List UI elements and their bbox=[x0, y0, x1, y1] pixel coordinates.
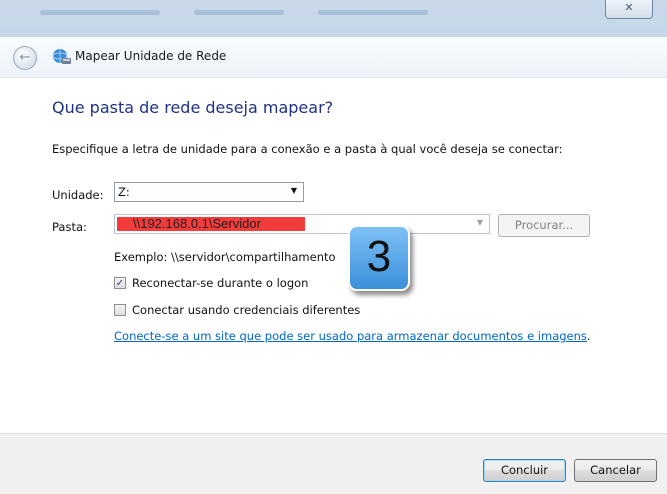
dialog-window: ✕ ← Mapear Unidade de Rede Que pasta de … bbox=[0, 0, 667, 494]
wizard-footer: Concluir Cancelar bbox=[0, 433, 667, 494]
sharepoint-link[interactable]: Conecte-se a um site que pode ser usado … bbox=[114, 329, 591, 343]
drive-label: Unidade: bbox=[52, 188, 104, 202]
page-heading: Que pasta de rede deseja mapear? bbox=[52, 98, 334, 117]
cancel-button[interactable]: Cancelar bbox=[574, 459, 657, 482]
window-title: Mapear Unidade de Rede bbox=[75, 49, 227, 63]
close-button[interactable]: ✕ bbox=[605, 0, 653, 19]
network-drive-icon bbox=[52, 49, 71, 64]
example-text: Exemplo: \\servidor\compartilhamento bbox=[114, 250, 336, 264]
drive-select[interactable]: Z: ▼ bbox=[114, 182, 304, 202]
instruction-text: Especifique a letra de unidade para a co… bbox=[52, 142, 563, 156]
dropdown-arrow-icon: ▼ bbox=[290, 186, 297, 195]
wizard-content: Que pasta de rede deseja mapear? Especif… bbox=[0, 78, 667, 433]
back-arrow-icon[interactable]: ← bbox=[13, 46, 37, 70]
dropdown-arrow-icon: ▼ bbox=[476, 218, 483, 227]
browse-button[interactable]: Procurar... bbox=[498, 214, 590, 237]
reconnect-checkbox[interactable]: ✓ bbox=[114, 277, 126, 289]
blurred-background-window-title bbox=[40, 5, 600, 19]
reconnect-label: Reconectar-se durante o logon bbox=[132, 276, 309, 290]
folder-path-highlight: \\192.168.0.1\Servidor bbox=[117, 217, 305, 231]
sharepoint-link-text: Conecte-se a um site que pode ser usado … bbox=[114, 329, 587, 343]
drive-select-value: Z: bbox=[118, 185, 130, 199]
folder-input[interactable]: \\192.168.0.1\Servidor ▼ bbox=[114, 214, 490, 234]
titlebar: ← Mapear Unidade de Rede bbox=[0, 37, 667, 78]
reconnect-option[interactable]: ✓ Reconectar-se durante o logon bbox=[114, 276, 308, 290]
credentials-checkbox[interactable] bbox=[114, 304, 126, 316]
checkmark-icon: ✓ bbox=[115, 278, 125, 289]
folder-label: Pasta: bbox=[52, 220, 87, 234]
credentials-option[interactable]: Conectar usando credenciais diferentes bbox=[114, 303, 360, 317]
step-number-badge: 3 bbox=[348, 225, 410, 291]
finish-button[interactable]: Concluir bbox=[483, 459, 566, 482]
credentials-label: Conectar usando credenciais diferentes bbox=[132, 303, 361, 317]
